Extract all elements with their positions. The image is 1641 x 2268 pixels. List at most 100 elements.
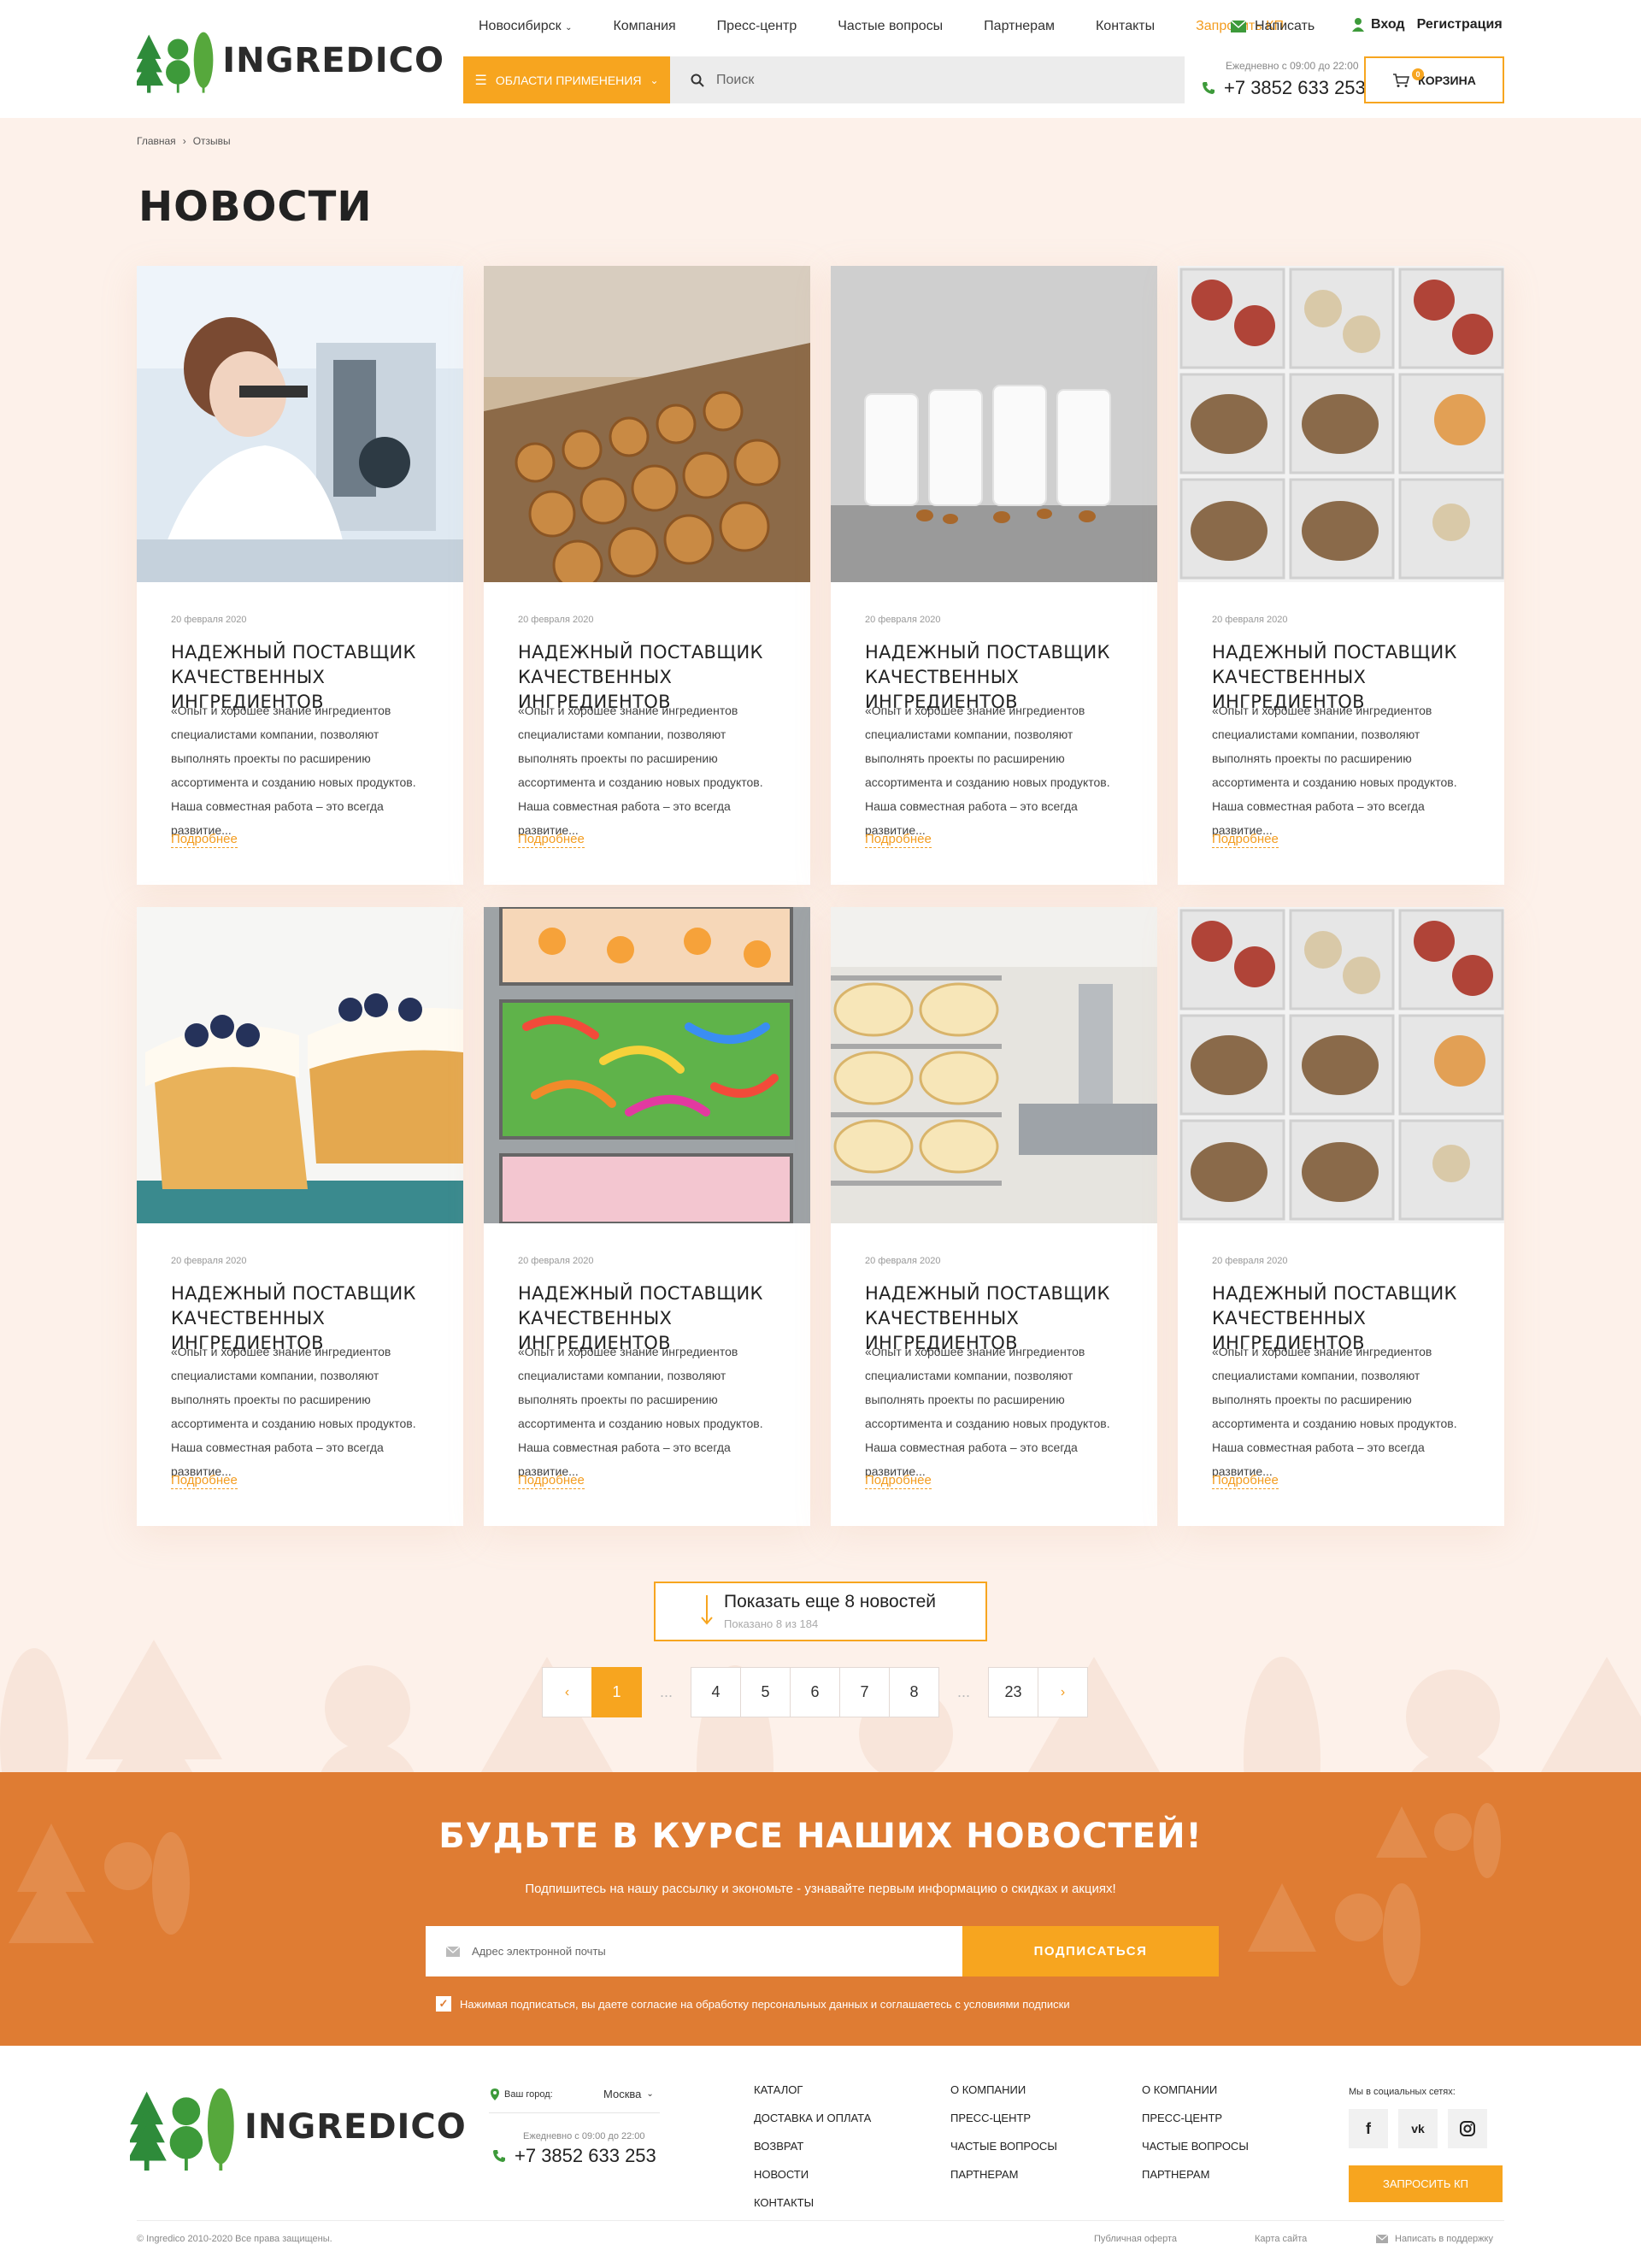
nav-item-press[interactable]: Пресс-центр [717,19,797,34]
pagination-page[interactable]: 7 [839,1667,890,1717]
footer-city-value: Москва [603,2088,642,2100]
show-more-button[interactable]: Показать еще 8 новостей Показано 8 из 18… [654,1582,987,1641]
pagination-page[interactable]: 5 [740,1667,791,1717]
search-field[interactable]: Поиск [670,56,1185,103]
register-link[interactable]: Регистрация [1417,17,1503,32]
footer-link[interactable]: ЧАСТЫЕ ВОПРОСЫ [1142,2140,1249,2153]
logo-trees-icon [130,2088,234,2171]
subscribe-email-placeholder: Адрес электронной почты [472,1945,606,1958]
chevron-down-icon: ⌄ [565,23,573,32]
site-footer: INGREDICO Ваш город: Москва ⌄ Ежедневно … [0,2046,1641,2268]
facebook-icon[interactable]: f [1349,2109,1388,2148]
arrow-down-icon [701,1595,713,1625]
support-link[interactable]: Написать в поддержку [1376,2234,1493,2244]
news-image-cakes-factory[interactable] [831,907,1157,1223]
vk-icon[interactable]: vk [1398,2109,1438,2148]
news-image-candy[interactable] [484,907,810,1223]
news-date: 20 февраля 2020 [171,615,247,625]
news-image-meat[interactable] [1178,907,1504,1223]
working-hours: Ежедневно с 09:00 до 22:00 [1226,60,1359,72]
pagination-page[interactable]: 1 [591,1667,642,1717]
read-more-link[interactable]: Подробнее [865,1473,932,1489]
breadcrumb-home[interactable]: Главная [137,135,176,147]
public-offer-label: Публичная оферта [1094,2234,1178,2244]
news-card[interactable]: 20 февраля 2020 НАДЕЖНЫЙ ПОСТАВЩИК КАЧЕС… [137,266,463,885]
nav-item-faq[interactable]: Частые вопросы [838,19,943,34]
chevron-down-icon: ⌄ [646,2089,654,2099]
nav-item-partners[interactable]: Партнерам [984,19,1055,34]
news-image-cookies[interactable] [484,266,810,582]
news-date: 20 февраля 2020 [171,1256,247,1266]
login-link[interactable]: Вход [1371,17,1405,32]
sitemap-link[interactable]: Карта сайта [1255,2234,1307,2244]
breadcrumb: Главная › Отзывы [137,135,231,147]
cart-button[interactable]: 0 Корзина [1364,56,1504,103]
read-more-link[interactable]: Подробнее [171,832,238,848]
news-card[interactable]: 20 февраля 2020 НАДЕЖНЫЙ ПОСТАВЩИК КАЧЕС… [484,907,810,1526]
read-more-link[interactable]: Подробнее [1212,1473,1279,1489]
footer-link[interactable]: КОНТАКТЫ [754,2196,871,2209]
footer-link[interactable]: ПРЕСС-ЦЕНТР [1142,2112,1249,2124]
pagination-ellipsis: ... [659,1683,673,1700]
nav-item-company[interactable]: Компания [613,19,675,34]
nav-item-contacts[interactable]: Контакты [1096,19,1155,34]
read-more-link[interactable]: Подробнее [518,1473,585,1489]
pagination-prev[interactable]: ‹ [542,1667,592,1717]
instagram-icon[interactable] [1448,2109,1487,2148]
news-date: 20 февраля 2020 [1212,1256,1288,1266]
footer-link[interactable]: О КОМПАНИИ [950,2083,1057,2096]
subscribe-email-input[interactable]: Адрес электронной почты [426,1926,962,1976]
news-image-laboratory[interactable] [137,266,463,582]
top-navigation: Новосибирск ⌄ Компания Пресс-центр Часты… [479,19,1325,34]
news-card[interactable]: 20 февраля 2020 НАДЕЖНЫЙ ПОСТАВЩИК КАЧЕС… [831,266,1157,885]
footer-link[interactable]: КАТАЛОГ [754,2083,871,2096]
pagination-page[interactable]: 4 [691,1667,741,1717]
envelope-icon [1376,2235,1388,2243]
footer-link[interactable]: ВОЗВРАТ [754,2140,871,2153]
write-link[interactable]: Написать [1231,19,1315,34]
pagination-next[interactable]: › [1038,1667,1088,1717]
pagination-page[interactable]: 23 [988,1667,1038,1717]
footer-link[interactable]: ДОСТАВКА И ОПЛАТА [754,2112,871,2124]
news-card[interactable]: 20 февраля 2020 НАДЕЖНЫЙ ПОСТАВЩИК КАЧЕС… [137,907,463,1526]
footer-link[interactable]: О КОМПАНИИ [1142,2083,1249,2096]
footer-city-label: Ваш город: [491,2088,553,2100]
footer-link[interactable]: НОВОСТИ [754,2168,871,2181]
city-selector[interactable]: Новосибирск ⌄ [479,19,572,34]
copyright: © Ingredico 2010-2020 Все права защищены… [137,2234,332,2244]
phone-number[interactable]: +7 3852 633 253 [1202,77,1366,99]
pagination-page[interactable]: 6 [790,1667,840,1717]
footer-link[interactable]: ПАРТНЕРАМ [1142,2168,1249,2181]
pagination-page[interactable]: 8 [889,1667,939,1717]
read-more-link[interactable]: Подробнее [865,832,932,848]
footer-city-selector[interactable]: Москва ⌄ [603,2088,654,2100]
footer-link[interactable]: ПРЕСС-ЦЕНТР [950,2112,1057,2124]
news-card[interactable]: 20 февраля 2020 НАДЕЖНЫЙ ПОСТАВЩИК КАЧЕС… [1178,266,1504,885]
news-image-meat[interactable] [1178,266,1504,582]
categories-label: Области применения [495,73,642,87]
show-more-label: Показать еще 8 новостей [724,1592,937,1611]
footer-request-kp-button[interactable]: Запросить КП [1349,2165,1503,2202]
categories-button[interactable]: ☰ Области применения ⌄ [463,56,670,103]
footer-hours: Ежедневно с 09:00 до 22:00 [523,2131,645,2141]
news-card[interactable]: 20 февраля 2020 НАДЕЖНЫЙ ПОСТАВЩИК КАЧЕС… [484,266,810,885]
consent-checkbox[interactable]: ✓ [436,1996,451,2012]
news-card[interactable]: 20 февраля 2020 НАДЕЖНЫЙ ПОСТАВЩИК КАЧЕС… [1178,907,1504,1526]
news-image-cake[interactable] [137,907,463,1223]
search-placeholder: Поиск [716,72,755,87]
read-more-link[interactable]: Подробнее [518,832,585,848]
search-icon [691,74,704,87]
site-logo[interactable]: INGREDICO [137,15,444,106]
public-offer-link[interactable]: Публичная оферта [1094,2234,1177,2244]
news-image-milk[interactable] [831,266,1157,582]
footer-logo[interactable]: INGREDICO [130,2083,467,2171]
news-card[interactable]: 20 февраля 2020 НАДЕЖНЫЙ ПОСТАВЩИК КАЧЕС… [831,907,1157,1526]
read-more-link[interactable]: Подробнее [1212,832,1279,848]
footer-link[interactable]: ПАРТНЕРАМ [950,2168,1057,2181]
logo-text: INGREDICO [222,41,444,80]
subscribe-button[interactable]: Подписаться [962,1926,1219,1976]
footer-link[interactable]: ЧАСТЫЕ ВОПРОСЫ [950,2140,1057,2153]
phone-label: +7 3852 633 253 [1224,77,1366,98]
read-more-link[interactable]: Подробнее [171,1473,238,1489]
footer-phone[interactable]: +7 3852 633 253 [492,2145,656,2167]
